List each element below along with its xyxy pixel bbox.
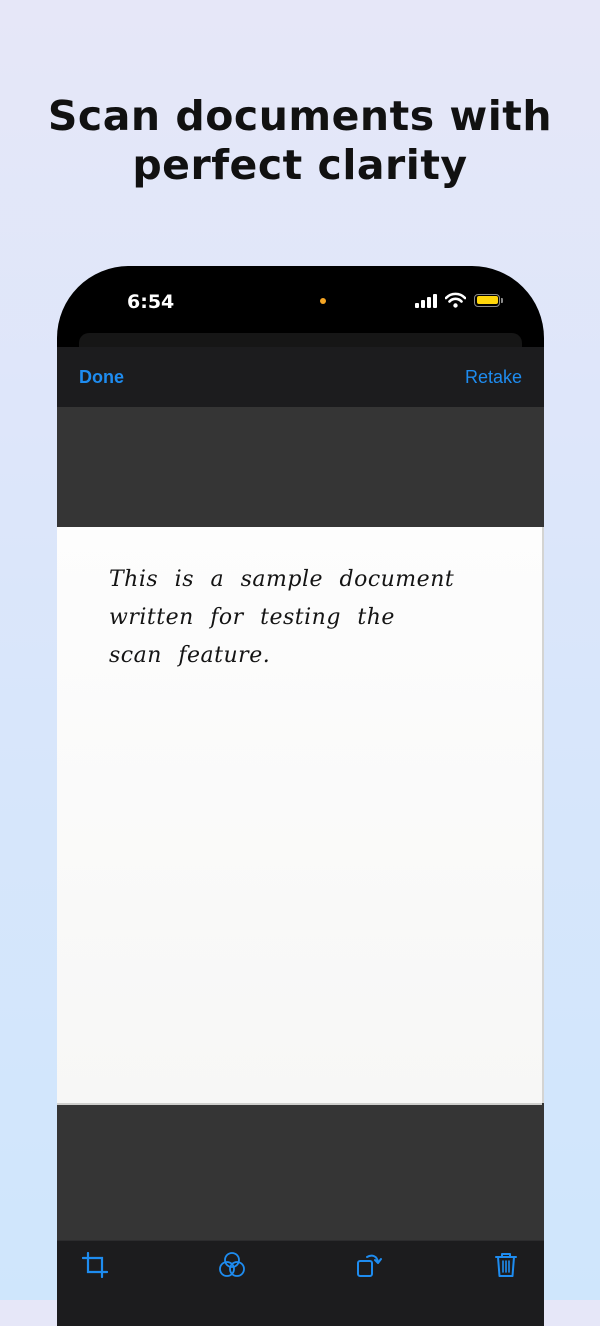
done-button[interactable]: Done xyxy=(79,367,124,388)
filters-icon xyxy=(219,1252,245,1277)
status-icons xyxy=(415,292,503,308)
crop-button[interactable] xyxy=(81,1251,109,1279)
scan-preview: This is a sample document written for te… xyxy=(57,407,544,1240)
status-time: 6:54 xyxy=(127,291,175,313)
headline-line-2: perfect clarity xyxy=(132,141,468,189)
scan-navbar: Done Retake xyxy=(57,347,544,407)
document-line: written for testing the xyxy=(109,605,395,630)
scanned-document[interactable]: This is a sample document written for te… xyxy=(57,527,542,1103)
document-text: This is a sample document written for te… xyxy=(109,561,529,675)
cellular-signal-icon xyxy=(415,292,437,308)
crop-icon xyxy=(82,1252,108,1278)
document-line: This is a sample document xyxy=(109,567,455,592)
headline: Scan documents with perfect clarity xyxy=(0,92,600,190)
trash-icon xyxy=(495,1253,517,1277)
retake-button[interactable]: Retake xyxy=(465,367,522,388)
headline-line-1: Scan documents with xyxy=(47,92,553,140)
delete-button[interactable] xyxy=(492,1251,520,1279)
phone-frame: 6:54 Done Retake This is a sample docume… xyxy=(57,266,544,1326)
wifi-icon xyxy=(445,292,466,308)
filters-button[interactable] xyxy=(218,1251,246,1279)
rotate-icon xyxy=(357,1254,382,1277)
document-line: scan feature. xyxy=(109,643,271,668)
battery-icon xyxy=(474,293,503,307)
rotate-button[interactable] xyxy=(355,1251,383,1279)
camera-indicator-icon xyxy=(320,298,326,304)
edit-toolbar xyxy=(57,1240,544,1326)
